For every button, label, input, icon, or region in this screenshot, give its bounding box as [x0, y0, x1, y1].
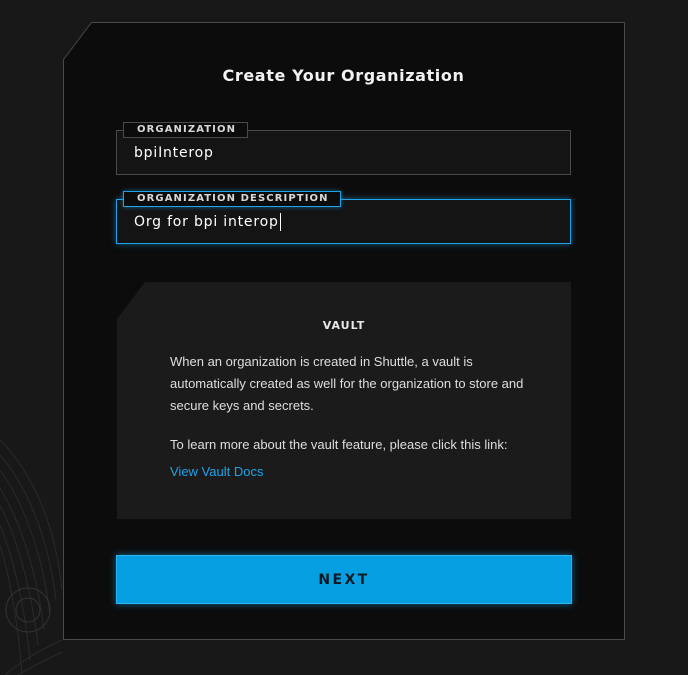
- next-button[interactable]: NEXT: [116, 555, 572, 604]
- text-caret: [279, 213, 281, 231]
- organization-description-input[interactable]: [134, 211, 554, 233]
- organization-description-label: ORGANIZATION DESCRIPTION: [123, 191, 341, 207]
- organization-label: ORGANIZATION: [123, 122, 249, 138]
- vault-description: When an organization is created in Shutt…: [170, 354, 524, 413]
- organization-input[interactable]: [134, 142, 554, 164]
- vault-learn-more-text: To learn more about the vault feature, p…: [170, 437, 508, 452]
- vault-title: VAULT: [322, 319, 366, 332]
- page-title: Create Your Organization: [222, 66, 465, 85]
- view-vault-docs-link[interactable]: View Vault Docs: [170, 462, 263, 482]
